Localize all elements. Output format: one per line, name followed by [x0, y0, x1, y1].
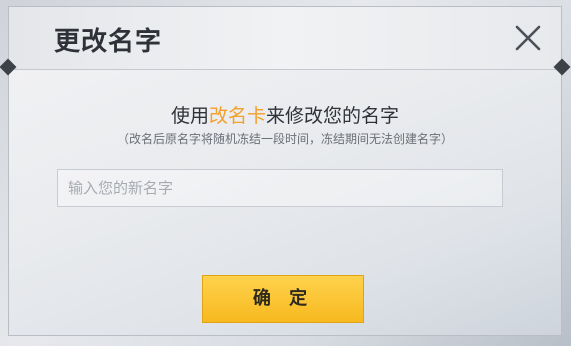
- dialog-header: 更改名字: [9, 7, 561, 70]
- dialog-title: 更改名字: [54, 27, 163, 57]
- instruction-suffix: 来修改您的名字: [266, 105, 400, 127]
- rename-card-link: 改名卡: [208, 105, 266, 127]
- close-icon: [515, 25, 541, 51]
- close-button[interactable]: [511, 21, 545, 55]
- freeze-note: （改名后原名字将随机冻结一段时间，冻结期间无法创建名字）: [116, 132, 453, 146]
- new-name-input[interactable]: [57, 169, 503, 207]
- instruction-prefix: 使用: [170, 105, 209, 127]
- instruction-text: 使用改名卡来修改您的名字: [9, 101, 561, 128]
- confirm-button[interactable]: 确 定: [202, 275, 364, 323]
- rename-dialog: 更改名字 使用改名卡来修改您的名字 （改名后原名字将随机冻结一段时间，冻结期间无…: [0, 6, 571, 336]
